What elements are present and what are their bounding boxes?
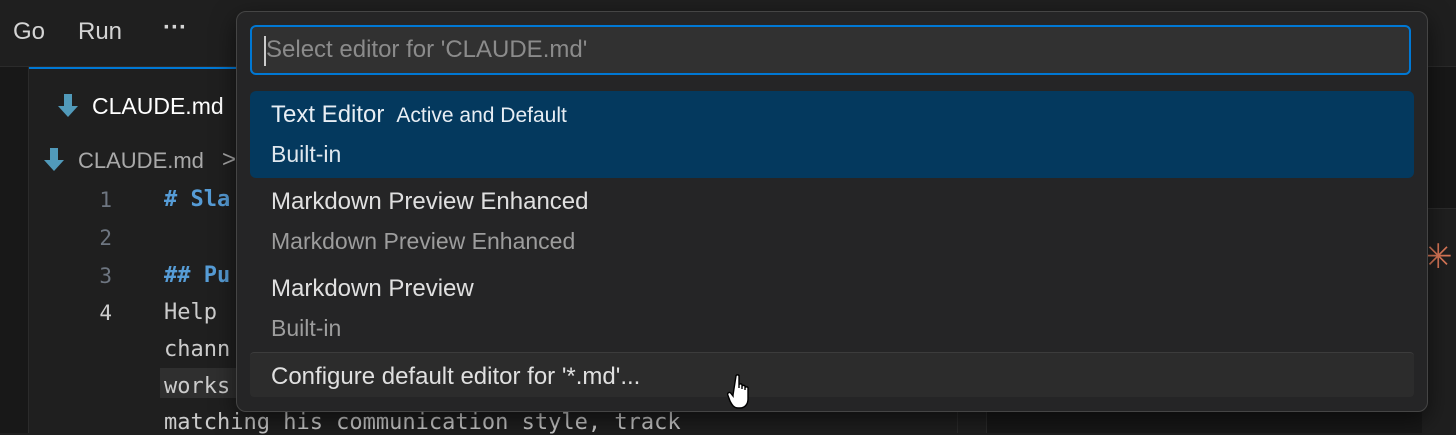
more-menu-icon[interactable]: ··· — [163, 14, 187, 42]
option-description: Active and Default — [396, 104, 567, 127]
option-markdown-preview-enhanced[interactable]: Markdown Preview Enhanced Markdown Previ… — [250, 178, 1414, 265]
option-label: Markdown Preview Enhanced — [271, 188, 589, 215]
option-markdown-preview[interactable]: Markdown Preview Built-in — [250, 265, 1414, 352]
menu-run[interactable]: Run — [78, 18, 122, 46]
option-detail: Markdown Preview Enhanced — [271, 228, 576, 254]
menu-go[interactable]: Go — [13, 18, 45, 46]
option-label: Text Editor — [271, 101, 385, 128]
option-label: Markdown Preview — [271, 275, 474, 302]
line-number: 2 — [99, 226, 112, 250]
code-line[interactable]: chann — [164, 337, 230, 362]
editor-quick-pick: Text Editor Active and Default Built-in M… — [236, 11, 1428, 412]
quick-pick-input[interactable] — [250, 25, 1411, 75]
hand-pointer-icon — [727, 374, 749, 409]
option-detail: Built-in — [271, 315, 342, 341]
line-number: 1 — [99, 188, 112, 212]
breadcrumb-chevron-icon: > — [222, 146, 237, 173]
breadcrumb-file[interactable]: CLAUDE.md — [78, 148, 204, 174]
option-text-editor[interactable]: Text Editor Active and Default Built-in — [250, 91, 1414, 178]
sparkle-icon[interactable]: ✳ — [1424, 240, 1456, 274]
code-line[interactable]: works — [164, 374, 230, 399]
text-caret — [264, 36, 266, 66]
configure-label: Configure default editor for '*.md'... — [271, 363, 641, 390]
code-line[interactable]: Help — [164, 300, 217, 325]
tab-claude-md[interactable]: CLAUDE.md — [29, 67, 239, 139]
code-line[interactable]: # Sla — [164, 187, 230, 212]
tab-label: CLAUDE.md — [92, 93, 224, 119]
code-line[interactable]: ## Pu — [164, 263, 230, 288]
activity-bar — [0, 67, 29, 433]
configure-default-editor-button[interactable]: Configure default editor for '*.md'... — [250, 352, 1414, 397]
code-line[interactable]: matching his communication style, track — [164, 410, 681, 435]
markdown-icon — [58, 94, 78, 118]
option-detail: Built-in — [271, 141, 342, 167]
markdown-icon — [44, 148, 64, 172]
line-number-active: 4 — [99, 301, 112, 325]
line-number: 3 — [99, 264, 112, 288]
